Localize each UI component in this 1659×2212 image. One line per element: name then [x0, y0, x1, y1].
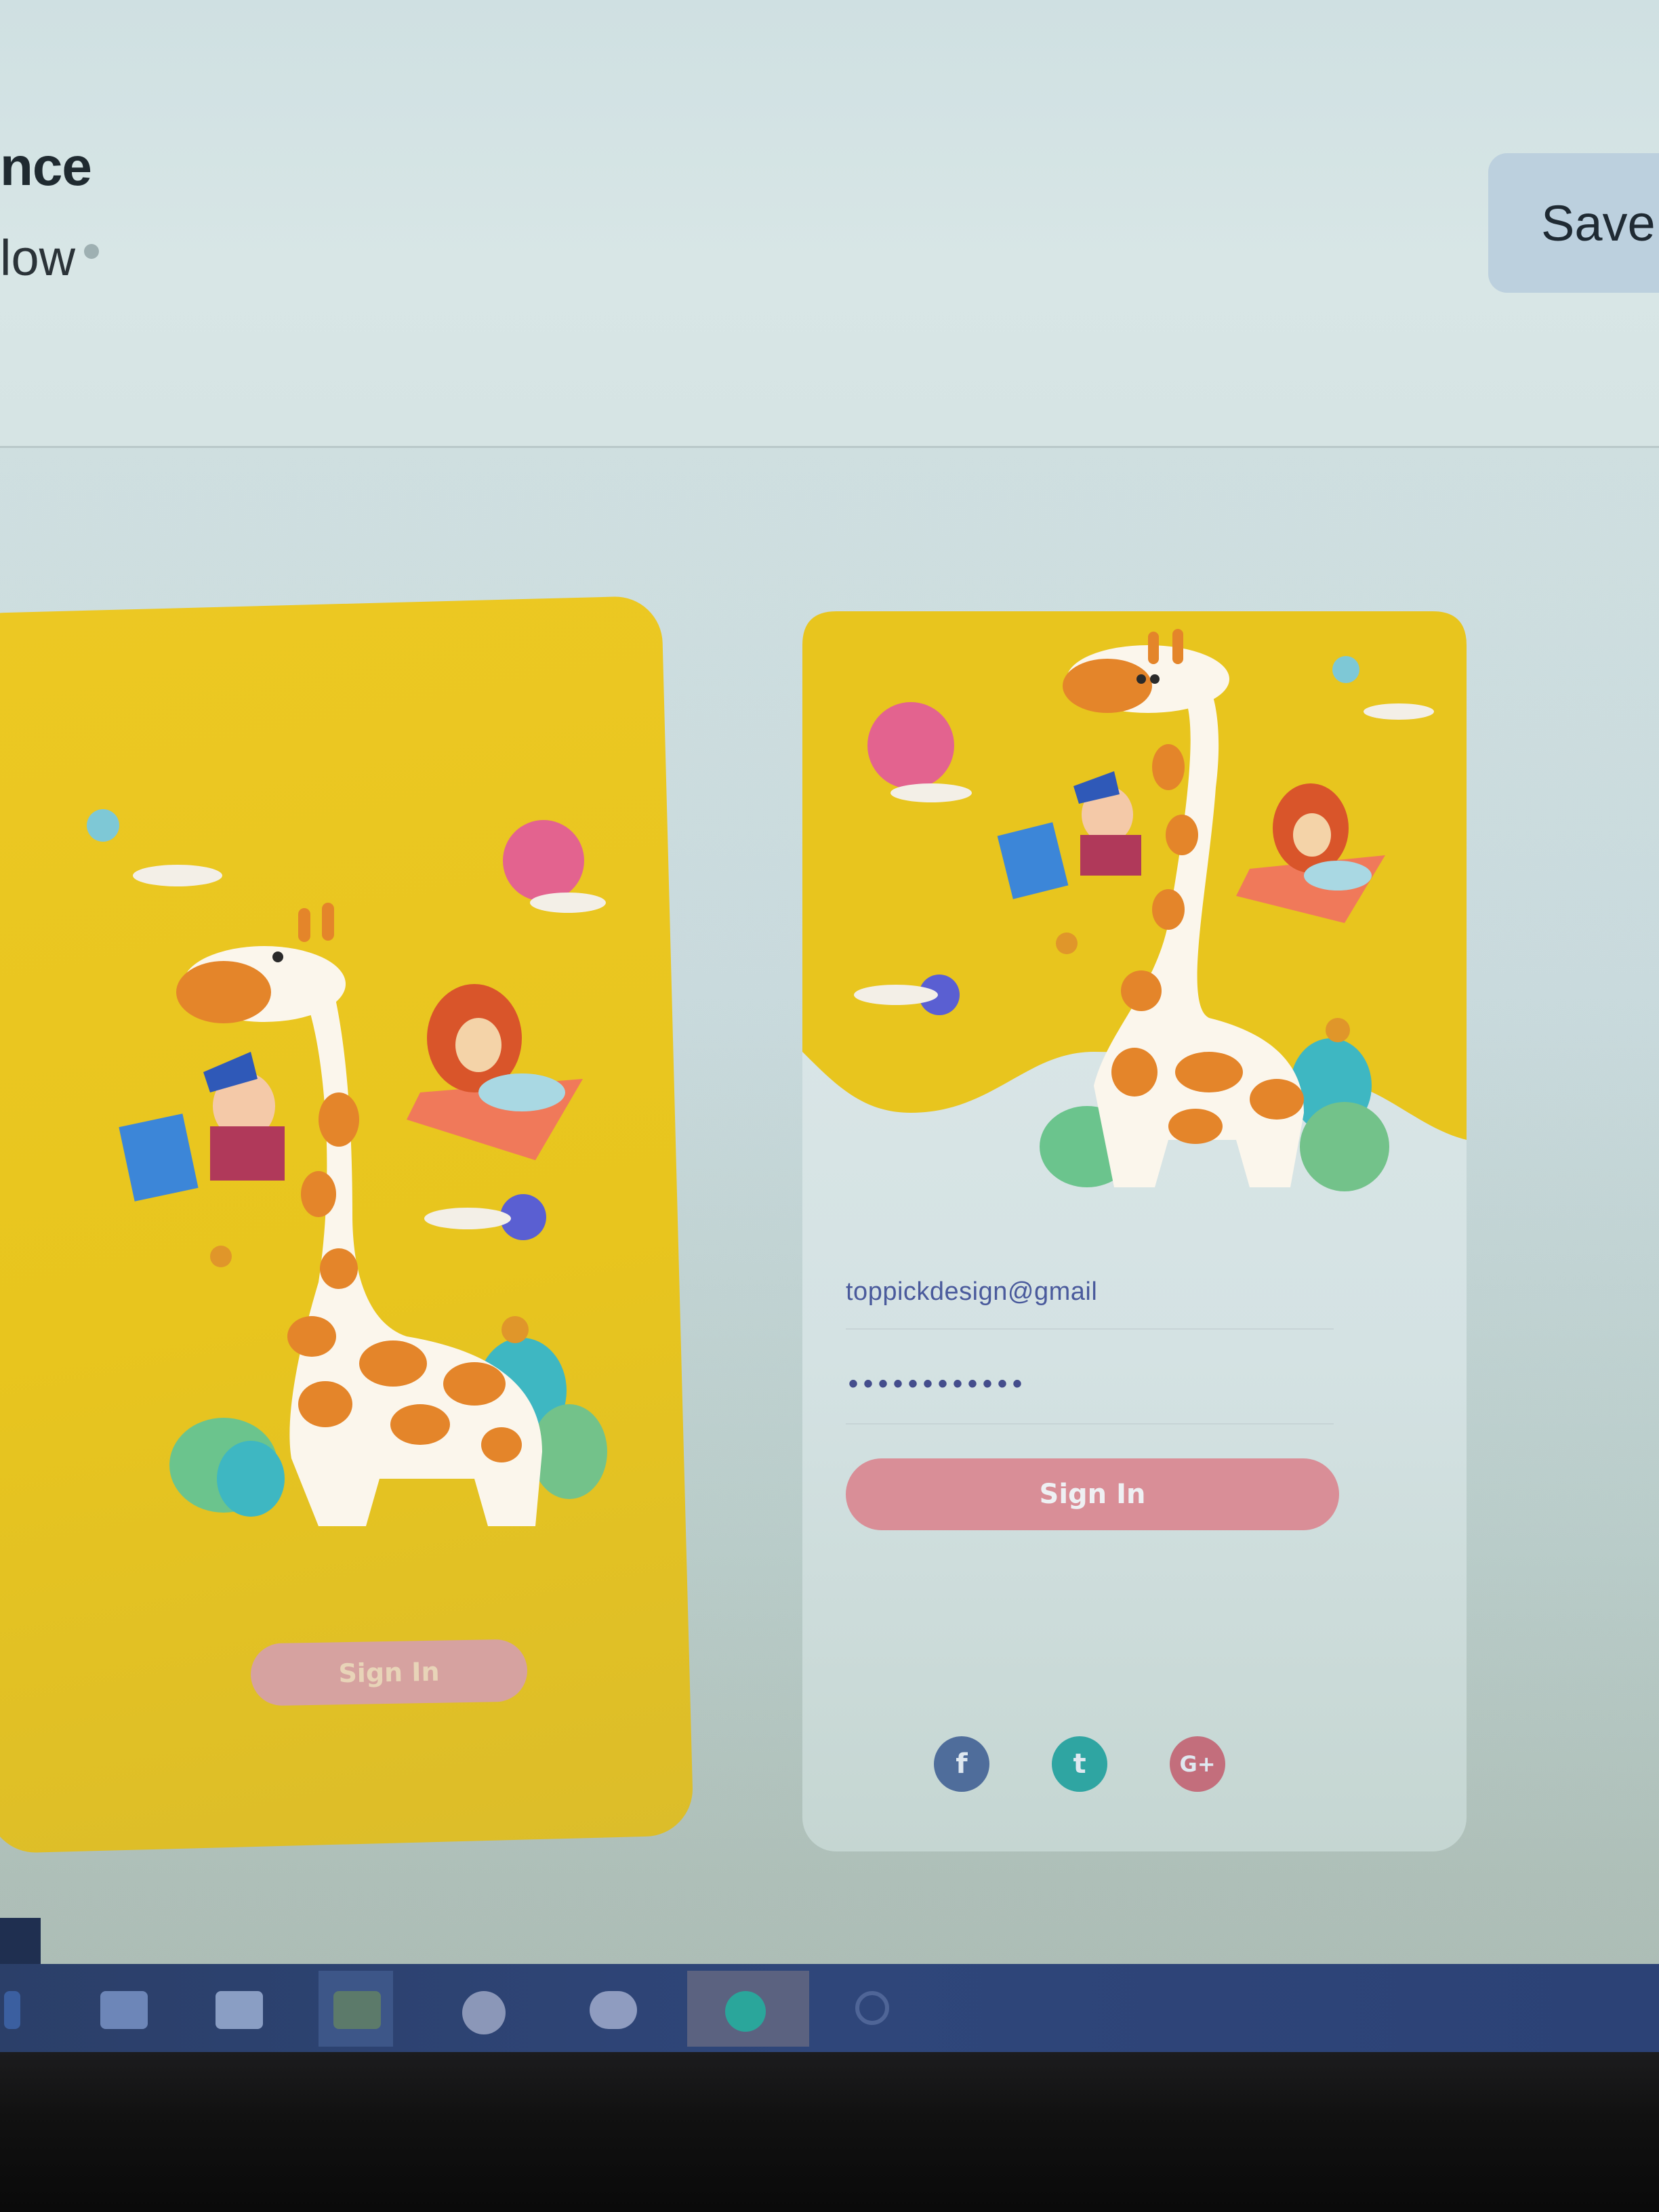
left-illustration [87, 809, 607, 1526]
corner-tab [0, 1918, 41, 1964]
cloud-icon [424, 1208, 511, 1229]
left-sign-in-button[interactable]: Sign In [250, 1639, 528, 1706]
twitter-icon[interactable]: t [1052, 1736, 1107, 1792]
page-title: nce [0, 136, 92, 197]
right-illustration [802, 611, 1467, 1191]
sign-in-button[interactable]: Sign In [846, 1458, 1339, 1530]
email-underline [846, 1328, 1334, 1330]
start-icon[interactable] [4, 1991, 20, 2029]
girl-on-mat-illustration [407, 984, 583, 1160]
save-button[interactable]: Save [1488, 153, 1659, 293]
cloud-icon [530, 893, 606, 913]
chat-icon[interactable] [462, 1991, 506, 2034]
store-icon[interactable] [333, 1991, 381, 2029]
taskbar [0, 1964, 1659, 2052]
blue-dot-icon [1332, 656, 1359, 683]
bush-icon [217, 1441, 285, 1517]
kid-reading-illustration [119, 1052, 285, 1202]
page-subtitle: low [0, 230, 76, 286]
orange-dot-icon [1056, 933, 1078, 954]
search-icon[interactable] [855, 1991, 889, 2025]
bush-icon [531, 1404, 607, 1499]
task-view-icon[interactable] [100, 1991, 148, 2029]
app-icon[interactable] [725, 1991, 766, 2032]
editor-header: nce low Save [0, 0, 1659, 448]
cloud-icon [1364, 703, 1434, 720]
facebook-icon[interactable]: f [934, 1736, 989, 1792]
password-underline [846, 1423, 1334, 1425]
cloud-icon [133, 865, 222, 886]
cloud-icon [890, 783, 972, 802]
blue-dot-icon [87, 809, 119, 842]
password-field[interactable]: •••••••••••• [848, 1369, 1027, 1399]
cloud-icon [854, 985, 938, 1005]
mail-icon[interactable] [590, 1991, 637, 2029]
status-dot-icon [84, 244, 99, 259]
monitor-bezel [0, 2052, 1659, 2212]
email-field[interactable]: toppickdesign@gmail [846, 1277, 1097, 1307]
google-plus-icon[interactable]: G+ [1170, 1736, 1225, 1792]
orange-dot-icon [210, 1246, 232, 1267]
file-explorer-icon[interactable] [216, 1991, 263, 2029]
pink-sun-icon [503, 820, 584, 901]
pink-sun-icon [867, 702, 954, 789]
